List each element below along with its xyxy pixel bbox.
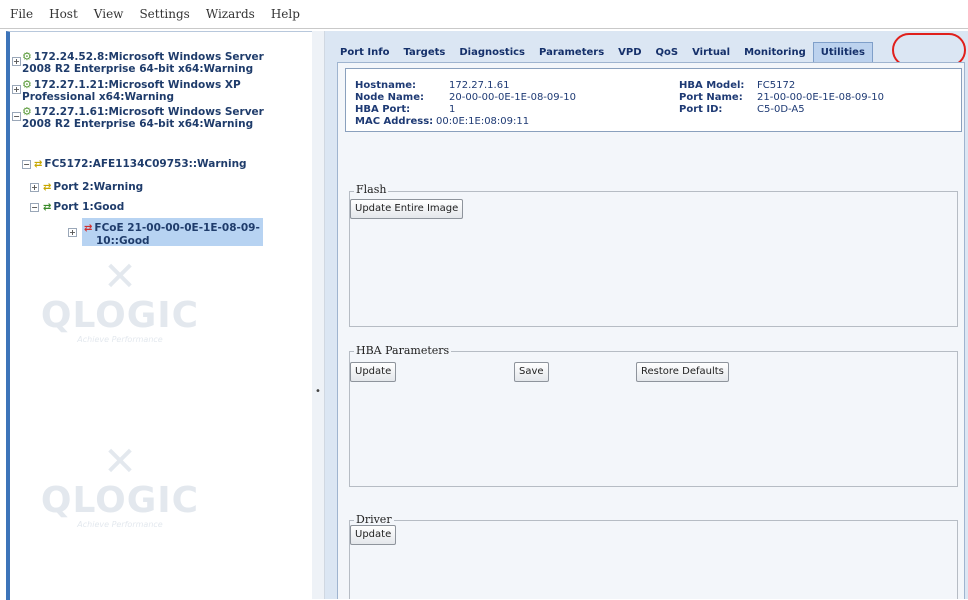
- expand-icon[interactable]: +: [30, 183, 39, 192]
- mac-address-label: MAC Address:: [355, 116, 434, 127]
- utilities-content: [337, 62, 965, 599]
- restore-defaults-button[interactable]: Restore Defaults: [636, 362, 729, 382]
- driver-update-button[interactable]: Update: [350, 525, 397, 545]
- expand-icon[interactable]: +: [68, 228, 77, 237]
- watermark-brand: QLOGIC: [40, 295, 200, 336]
- tab-bar: Port Info Targets Diagnostics Parameters…: [333, 42, 968, 62]
- panel-splitter[interactable]: [312, 31, 325, 599]
- expand-icon[interactable]: +: [12, 57, 21, 66]
- hba-port-value: 1: [449, 104, 456, 115]
- tab-targets[interactable]: Targets: [396, 44, 452, 62]
- tab-port-info[interactable]: Port Info: [333, 44, 396, 62]
- menu-settings[interactable]: Settings: [139, 7, 189, 21]
- watermark-tagline: Achieve Performance: [77, 520, 163, 529]
- node-name-label: Node Name:: [355, 92, 424, 103]
- splitter-handle-icon[interactable]: •: [315, 386, 321, 397]
- tree-node-label: 172.27.1.21:Microsoft Windows XP: [33, 79, 241, 91]
- host-warning-icon: ⚙: [22, 105, 32, 118]
- tree-node-port-1[interactable]: − ⇄ Port 1:Good: [30, 201, 124, 214]
- driver-group: [349, 520, 958, 599]
- tree-node-label: FCoE 21-00-00-0E-1E-08-09-: [94, 222, 260, 234]
- tree-node-host-3[interactable]: − ⚙ 172.27.1.61:Microsoft Windows Server …: [12, 106, 264, 130]
- port-warning-icon: ⇄: [43, 182, 52, 193]
- tab-diagnostics[interactable]: Diagnostics: [452, 44, 532, 62]
- hba-parameters-update-button[interactable]: Update: [350, 362, 397, 382]
- fcoe-icon: ⇄: [84, 223, 93, 234]
- hba-model-value: FC5172: [757, 80, 796, 91]
- menu-help[interactable]: Help: [271, 7, 300, 21]
- tree-node-host-2[interactable]: + ⚙ 172.27.1.21:Microsoft Windows XP Prof…: [12, 79, 241, 103]
- hostname-label: Hostname:: [355, 80, 417, 91]
- qlogic-logo-icon: ✕: [103, 254, 137, 300]
- host-warning-icon: ⚙: [22, 50, 32, 63]
- tab-parameters[interactable]: Parameters: [532, 44, 611, 62]
- hostname-value: 172.27.1.61: [449, 80, 510, 91]
- tree-node-fcoe[interactable]: + ⇄ FCoE 21-00-00-0E-1E-08-09- 10::Good: [68, 222, 260, 247]
- tree-node-adapter[interactable]: − ⇄ FC5172:AFE1134C09753::Warning: [22, 158, 247, 171]
- menu-wizards[interactable]: Wizards: [206, 7, 255, 21]
- node-name-value: 20-00-00-0E-1E-08-09-10: [449, 92, 576, 103]
- tree-node-label: Port 2:Warning: [53, 181, 144, 193]
- watermark-tagline: Achieve Performance: [77, 335, 163, 344]
- collapse-icon[interactable]: −: [12, 112, 21, 121]
- hba-port-label: HBA Port:: [355, 104, 411, 115]
- port-id-label: Port ID:: [679, 104, 723, 115]
- host-warning-icon: ⚙: [22, 78, 32, 91]
- menu-bar: File Host View Settings Wizards Help: [0, 0, 968, 29]
- tree-node-host-1[interactable]: + ⚙ 172.24.52.8:Microsoft Windows Server …: [12, 51, 264, 75]
- tree-node-label: 2008 R2 Enterprise 64-bit x64:Warning: [22, 118, 254, 130]
- collapse-icon[interactable]: −: [30, 203, 39, 212]
- port-name-label: Port Name:: [679, 92, 743, 103]
- expand-icon[interactable]: +: [12, 85, 21, 94]
- port-id-value: C5-0D-A5: [757, 104, 805, 115]
- hba-parameters-group-title: HBA Parameters: [354, 344, 452, 357]
- tree-node-label: Port 1:Good: [53, 201, 125, 213]
- tree-node-label: 2008 R2 Enterprise 64-bit x64:Warning: [22, 63, 254, 75]
- tab-virtual[interactable]: Virtual: [685, 44, 737, 62]
- menu-host[interactable]: Host: [49, 7, 78, 21]
- mac-address-value: 00:0E:1E:08:09:11: [436, 116, 530, 127]
- hba-model-label: HBA Model:: [679, 80, 745, 91]
- tree-node-label: 10::Good: [96, 235, 150, 247]
- tab-monitoring[interactable]: Monitoring: [737, 44, 813, 62]
- tab-utilities[interactable]: Utilities: [812, 42, 873, 62]
- watermark-brand: QLOGIC: [40, 480, 200, 521]
- menu-view[interactable]: View: [94, 7, 124, 21]
- adapter-icon: ⇄: [34, 159, 43, 170]
- tree-node-label: 172.24.52.8:Microsoft Windows Server: [33, 51, 264, 63]
- tree-node-label: FC5172:AFE1134C09753::Warning: [44, 158, 247, 170]
- qlogic-watermark: ✕ QLOGIC Achieve Performance: [10, 257, 230, 345]
- tree-node-label: 172.27.1.61:Microsoft Windows Server: [33, 106, 264, 118]
- tab-vpd[interactable]: VPD: [611, 44, 648, 62]
- menu-file[interactable]: File: [10, 7, 33, 21]
- hba-parameters-save-button[interactable]: Save: [514, 362, 549, 382]
- flash-group-title: Flash: [354, 183, 389, 196]
- collapse-icon[interactable]: −: [22, 160, 31, 169]
- tree-node-port-2[interactable]: + ⇄ Port 2:Warning: [30, 181, 143, 194]
- tab-qos[interactable]: QoS: [649, 44, 686, 62]
- tree-node-label: Professional x64:Warning: [22, 91, 175, 103]
- port-good-icon: ⇄: [43, 202, 52, 213]
- port-name-value: 21-00-00-0E-1E-08-09-10: [757, 92, 884, 103]
- qlogic-logo-icon: ✕: [103, 439, 137, 485]
- qlogic-watermark: ✕ QLOGIC Achieve Performance: [10, 442, 230, 530]
- update-entire-image-button[interactable]: Update Entire Image: [350, 199, 464, 219]
